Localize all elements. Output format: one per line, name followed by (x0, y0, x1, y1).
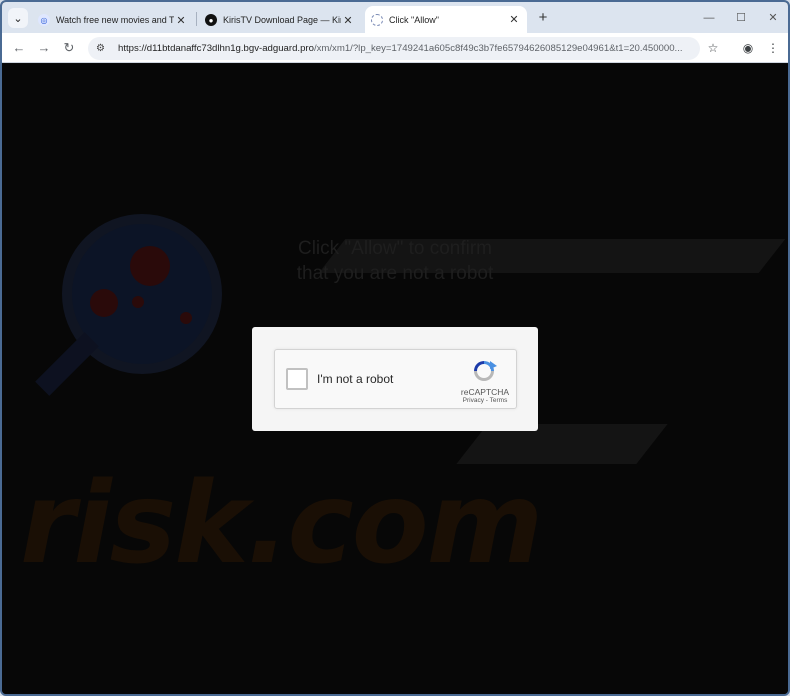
loading-globe-icon (371, 13, 383, 26)
url-path: /xm/xm1/?lp_key=1749241a605c8f49c3b7fe65… (313, 43, 683, 54)
watermark-text: risk.com (20, 459, 543, 589)
watermark-magnifier-handle (35, 332, 99, 396)
tab-title: Click "Allow" (389, 14, 439, 25)
menu-kebab-icon[interactable]: ⋮ (764, 39, 782, 57)
address-bar[interactable]: ⚙ https://d11btdanaffc73dlhn1g.bgv-adgua… (88, 37, 700, 60)
recaptcha-brand: reCAPTCHA (460, 387, 510, 397)
watermark-dot (90, 289, 118, 317)
allow-prompt: Click "Allow" to confirm that you are no… (2, 236, 788, 286)
prompt-line-1: Click "Allow" to confirm (297, 238, 493, 259)
close-tab-icon[interactable]: ✕ (174, 14, 188, 27)
chevron-down-icon: ⌄ (13, 12, 23, 25)
recaptcha-logo-icon (474, 361, 497, 381)
url-host: https://d11btdanaffc73dlhn1g.bgv-adguard… (118, 43, 314, 54)
new-tab-button[interactable]: + (534, 8, 552, 28)
tab-click-allow[interactable]: Click "Allow" ✕ (365, 6, 527, 33)
movie-site-icon: ◎ (38, 14, 50, 26)
recaptcha-checkbox[interactable] (286, 368, 308, 390)
forward-icon[interactable]: → (35, 39, 53, 57)
watermark-dot (180, 312, 192, 324)
site-settings-icon[interactable]: ⚙ (96, 43, 110, 54)
close-tab-icon[interactable]: ✕ (341, 14, 355, 27)
bookmark-star-icon[interactable]: ☆ (704, 39, 722, 57)
tab-movies[interactable]: ◎ Watch free new movies and TV ✕ (32, 7, 194, 33)
back-icon[interactable]: ← (10, 39, 28, 57)
tab-title: KirisTV Download Page — Kiris (223, 15, 341, 25)
close-tab-icon[interactable]: ✕ (507, 13, 521, 26)
recaptcha-card: I'm not a robot reCAPTCHA Privacy - Term… (252, 327, 538, 431)
tab-search-button[interactable]: ⌄ (8, 8, 28, 28)
recaptcha-label: I'm not a robot (317, 372, 394, 386)
tab-strip: ⌄ ◎ Watch free new movies and TV ✕ ● Kir… (2, 2, 788, 33)
recaptcha-widget: I'm not a robot reCAPTCHA Privacy - Term… (274, 349, 517, 409)
prompt-line-2: that you are not a robot (296, 263, 494, 284)
tab-title: Watch free new movies and TV (56, 15, 174, 25)
tab-kiristv[interactable]: ● KirisTV Download Page — Kiris ✕ (199, 7, 361, 33)
privacy-link[interactable]: Privacy (463, 397, 484, 404)
recaptcha-links: Privacy - Terms (455, 397, 515, 404)
tab-divider (196, 12, 197, 26)
profile-icon[interactable]: ◉ (739, 39, 757, 57)
minimize-icon[interactable]: — (699, 8, 719, 28)
browser-window: ⌄ ◎ Watch free new movies and TV ✕ ● Kir… (0, 0, 790, 696)
reload-icon[interactable]: ↻ (60, 39, 78, 57)
close-window-icon[interactable]: ✕ (763, 8, 783, 28)
watermark-dot (132, 296, 144, 308)
maximize-icon[interactable]: ☐ (731, 8, 751, 28)
kiristv-icon: ● (205, 14, 217, 26)
terms-link[interactable]: Terms (490, 397, 508, 404)
browser-toolbar: ← → ↻ ⚙ https://d11btdanaffc73dlhn1g.bgv… (2, 33, 788, 63)
page-content: risk.com Click "Allow" to confirm that y… (2, 64, 788, 694)
